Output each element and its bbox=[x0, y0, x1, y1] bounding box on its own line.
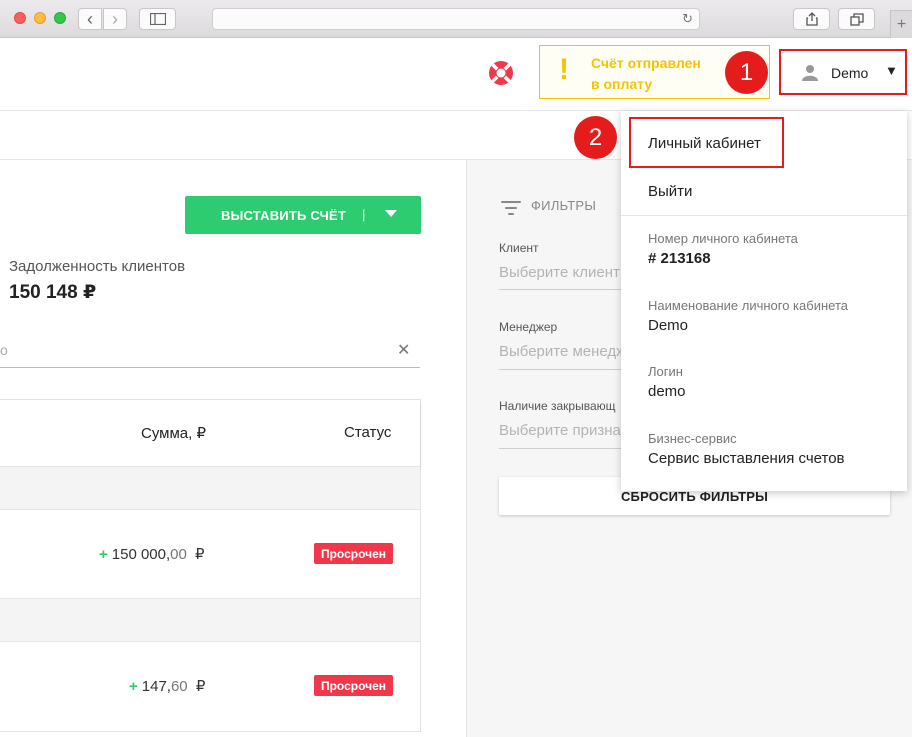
search-underline bbox=[0, 367, 420, 368]
search-input[interactable]: о bbox=[0, 342, 8, 358]
closing-docs-filter-label: Наличие закрывающ bbox=[499, 399, 616, 413]
create-invoice-label: ВЫСТАВИТЬ СЧЁТ bbox=[221, 208, 346, 223]
share-icon bbox=[805, 12, 818, 26]
logout-link[interactable]: Выйти bbox=[648, 183, 692, 200]
client-filter-underline bbox=[499, 289, 639, 290]
column-sum[interactable]: Сумма, ₽ bbox=[141, 424, 206, 442]
debt-label: Задолженность клиентов bbox=[9, 258, 186, 275]
zoom-window-button[interactable] bbox=[54, 12, 66, 24]
caret-down-icon[interactable] bbox=[385, 210, 397, 217]
minimize-window-button[interactable] bbox=[34, 12, 46, 24]
account-name-value: Demo bbox=[648, 317, 689, 334]
callout-badge-2: 2 bbox=[574, 116, 617, 159]
address-bar[interactable]: ↻ bbox=[212, 8, 700, 30]
user-menu-button[interactable]: Demo ▼ bbox=[779, 49, 907, 95]
amount-cents: 00 bbox=[170, 546, 187, 563]
income-plus: + bbox=[99, 546, 108, 563]
filter-icon bbox=[501, 201, 521, 215]
share-button[interactable] bbox=[793, 8, 830, 30]
manager-filter-underline bbox=[499, 369, 639, 370]
chevron-left-icon: ‹ bbox=[87, 9, 93, 29]
row-amount: +150 000,00 ₽ bbox=[99, 545, 205, 563]
lifebuoy-help-icon[interactable] bbox=[487, 59, 515, 87]
debt-value: 150 148 ₽ bbox=[9, 282, 97, 303]
account-number-label: Номер личного кабинета bbox=[648, 231, 798, 246]
group-row bbox=[0, 598, 420, 642]
account-number-value: # 213168 bbox=[648, 250, 711, 267]
menu-divider bbox=[621, 215, 907, 216]
main-content: ВЫСТАВИТЬ СЧЁТ | Задолженность клиентов … bbox=[0, 160, 466, 737]
user-icon bbox=[802, 65, 818, 81]
filters-title-text: ФИЛЬТРЫ bbox=[531, 198, 597, 213]
sidebar-toggle-button[interactable] bbox=[139, 8, 176, 30]
amount-main: 150 000, bbox=[111, 546, 171, 563]
column-status[interactable]: Статус bbox=[344, 424, 391, 441]
row-amount: +147,60 ₽ bbox=[129, 677, 205, 695]
tabs-overview-button[interactable] bbox=[838, 8, 875, 30]
account-name-label: Наименование личного кабинета bbox=[648, 298, 848, 313]
status-badge: Просрочен bbox=[314, 675, 393, 696]
browser-toolbar: ‹ › ↻ + bbox=[0, 0, 912, 38]
chevron-right-icon: › bbox=[112, 9, 118, 29]
reload-icon[interactable]: ↻ bbox=[682, 11, 693, 27]
currency-sign: ₽ bbox=[195, 546, 205, 563]
amount-cents: 60 bbox=[170, 678, 188, 695]
business-service-value: Сервис выставления счетов bbox=[648, 450, 845, 467]
user-name: Demo bbox=[831, 65, 869, 81]
exclamation-icon: ! bbox=[559, 53, 569, 86]
client-filter-input[interactable]: Выберите клиент bbox=[499, 264, 629, 281]
plus-icon: + bbox=[896, 15, 907, 33]
new-tab-button[interactable]: + bbox=[890, 10, 912, 38]
back-button[interactable]: ‹ bbox=[78, 8, 102, 30]
client-filter-label: Клиент bbox=[499, 241, 539, 255]
filters-title: ФИЛЬТРЫ bbox=[501, 198, 596, 215]
clear-icon[interactable]: ✕ bbox=[397, 340, 410, 360]
button-separator: | bbox=[362, 207, 366, 222]
currency-sign: ₽ bbox=[195, 678, 206, 695]
invoice-table: Сумма, ₽ Статус +150 000,00 ₽ Просрочен … bbox=[0, 399, 421, 732]
status-badge: Просрочен bbox=[314, 543, 393, 564]
user-dropdown-menu: Личный кабинет Выйти Номер личного кабин… bbox=[621, 111, 907, 491]
callout-badge-1: 1 bbox=[725, 51, 768, 94]
sidebar-icon bbox=[149, 13, 166, 25]
close-window-button[interactable] bbox=[14, 12, 26, 24]
personal-cabinet-link[interactable]: Личный кабинет bbox=[648, 135, 761, 152]
tabs-icon bbox=[849, 12, 864, 26]
manager-filter-input[interactable]: Выберите менедж bbox=[499, 343, 629, 360]
table-row[interactable]: +150 000,00 ₽ Просрочен bbox=[0, 510, 420, 598]
login-label: Логин bbox=[648, 364, 683, 379]
login-value: demo bbox=[648, 383, 686, 400]
group-row bbox=[0, 466, 420, 510]
app-header: ! Счёт отправлен в оплату 1 Demo ▼ bbox=[0, 38, 912, 111]
amount-main: 147, bbox=[141, 678, 171, 695]
notice-text: Счёт отправлен в оплату bbox=[591, 55, 701, 92]
table-row[interactable]: +147,60 ₽ Просрочен bbox=[0, 642, 420, 730]
income-plus: + bbox=[129, 678, 138, 695]
manager-filter-label: Менеджер bbox=[499, 320, 558, 334]
create-invoice-button[interactable]: ВЫСТАВИТЬ СЧЁТ | bbox=[185, 196, 421, 234]
forward-button[interactable]: › bbox=[103, 8, 127, 30]
business-service-label: Бизнес-сервис bbox=[648, 431, 737, 446]
closing-docs-filter-underline bbox=[499, 448, 639, 449]
caret-down-icon: ▼ bbox=[885, 63, 898, 78]
closing-docs-filter-input[interactable]: Выберите призна bbox=[499, 422, 629, 439]
table-header: Сумма, ₽ Статус bbox=[0, 400, 420, 466]
